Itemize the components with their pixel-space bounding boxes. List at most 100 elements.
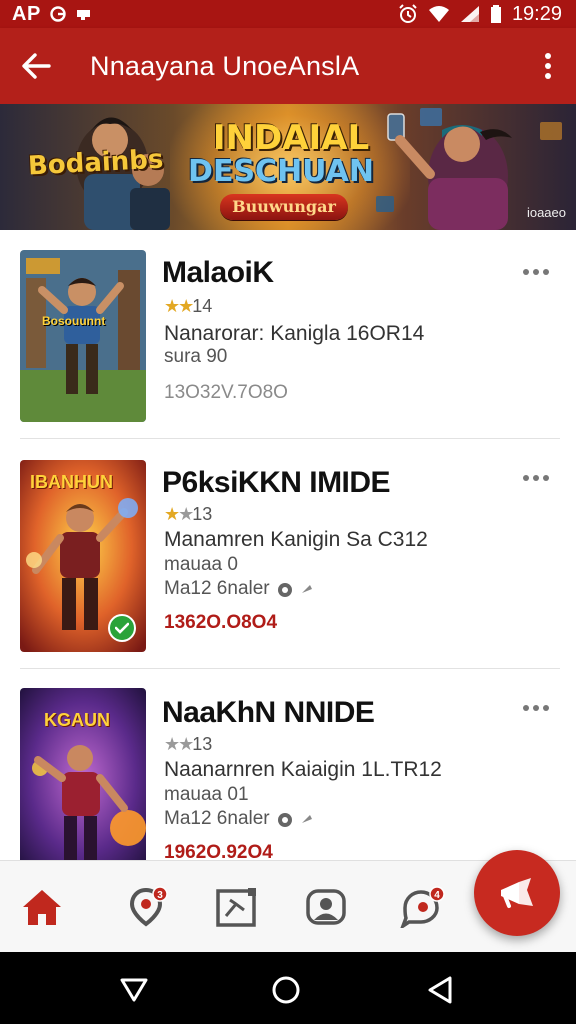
rating-value: 13 xyxy=(192,734,213,754)
more-vert-icon xyxy=(545,53,551,79)
game-thumbnail[interactable]: Bosouunnt xyxy=(20,250,146,422)
dot-icon xyxy=(543,269,549,275)
signal-icon xyxy=(460,6,479,22)
status-bar: AP 19:29 xyxy=(0,0,576,28)
game-rating: ★★14 xyxy=(164,296,212,317)
game-subtitle: Naanarnren Kaiaigin 1L.TR12 xyxy=(164,758,442,781)
thumbnail-caption: IBANHUN xyxy=(30,472,113,492)
nav-store[interactable] xyxy=(212,883,260,931)
game-detail: sura 90 xyxy=(164,346,228,367)
game-meta-text: Ma12 6naler xyxy=(164,578,270,599)
game-detail: mauaa 01 xyxy=(164,784,249,805)
game-rating: ★★13 xyxy=(164,504,212,525)
map-badge: 3 xyxy=(157,890,163,901)
game-meta: Ma12 6naler xyxy=(164,578,316,600)
megaphone-icon xyxy=(301,585,312,593)
banner-ribbon: Buuwungar xyxy=(220,194,348,220)
item-more-button[interactable] xyxy=(516,260,556,284)
game-title[interactable]: MalaoiK xyxy=(162,256,274,290)
status-carrier-text: AP xyxy=(12,2,41,25)
game-title[interactable]: P6ksiKKN IMIDE xyxy=(162,466,391,500)
battery-icon xyxy=(490,5,501,23)
system-recents-button[interactable] xyxy=(420,970,460,1010)
overflow-menu-button[interactable] xyxy=(520,28,576,104)
profile-icon xyxy=(306,889,346,925)
app-title: Nnaayana UnoeAnslA xyxy=(90,50,360,81)
dot-icon xyxy=(533,705,539,711)
rating-stars-icon: ★★ xyxy=(164,734,194,754)
rating-stars-icon: ★★ xyxy=(164,296,194,316)
thumbnail-caption: Bosouunnt xyxy=(42,314,106,328)
list-item[interactable]: KGAUN NaaKhN NNIDE ★★13 Naanarnren Kaiai… xyxy=(0,688,576,860)
game-list[interactable]: Bosouunnt MalaoiK ★★14 Nanarorar: Kanigl… xyxy=(0,230,576,860)
store-icon xyxy=(216,888,256,927)
list-item[interactable]: Bosouunnt MalaoiK ★★14 Nanarorar: Kanigl… xyxy=(0,230,576,460)
chat-badge: 4 xyxy=(434,890,440,901)
circle-home-icon xyxy=(272,976,300,1004)
dot-icon xyxy=(533,269,539,275)
game-subtitle: Manamren Kanigin Sa C312 xyxy=(164,528,428,551)
announce-fab-button[interactable] xyxy=(474,850,560,936)
dot-icon xyxy=(523,269,529,275)
megaphone-icon xyxy=(301,815,312,823)
game-thumbnail[interactable]: IBANHUN xyxy=(20,460,146,652)
chat-icon: 4 xyxy=(400,886,445,928)
list-item[interactable]: IBANHUN P6ksiKKN IMIDE ★★13 Manamren Kan… xyxy=(0,460,576,690)
item-more-button[interactable] xyxy=(516,696,556,720)
promo-banner[interactable]: Bodainbs INDAIAL DESCHUAN Buuwungar ioaa… xyxy=(0,104,576,230)
game-detail: mauaa 0 xyxy=(164,554,238,575)
status-time: 19:29 xyxy=(511,2,562,25)
thumbnail-caption: KGAUN xyxy=(44,710,110,730)
nav-profile[interactable] xyxy=(302,883,350,931)
status-right: 19:29 xyxy=(398,3,562,26)
game-subtitle: Nanarorar: Kanigla 16OR14 xyxy=(164,322,425,345)
nav-chat[interactable]: 4 xyxy=(398,883,446,931)
system-navigation-bar xyxy=(0,952,576,1024)
verified-badge xyxy=(108,614,136,642)
map-pin-icon: 3 xyxy=(129,886,168,927)
timer-icon xyxy=(277,583,292,597)
divider xyxy=(20,668,560,669)
divider xyxy=(20,438,560,439)
dot-icon xyxy=(543,475,549,481)
status-left: AP xyxy=(12,3,93,26)
message-icon xyxy=(76,10,90,20)
item-more-button[interactable] xyxy=(516,466,556,490)
game-price: 13O32V.7O8O xyxy=(164,382,288,403)
megaphone-icon xyxy=(501,878,533,908)
dot-icon xyxy=(533,475,539,481)
banner-title-line1: INDAIAL xyxy=(212,118,370,158)
game-art-image xyxy=(20,250,146,422)
nav-map[interactable]: 3 xyxy=(124,883,172,931)
alarm-icon xyxy=(399,4,417,23)
game-rating: ★★13 xyxy=(164,734,212,755)
triangle-left-icon xyxy=(428,976,452,1004)
wifi-icon xyxy=(428,6,449,22)
app-bar: Nnaayana UnoeAnslA xyxy=(0,28,576,104)
dot-icon xyxy=(523,475,529,481)
game-price: 1962O.92O4 xyxy=(164,842,273,860)
triangle-back-icon xyxy=(120,978,148,1002)
game-price: 1362O.O8O4 xyxy=(164,612,278,633)
system-back-button[interactable] xyxy=(114,970,154,1010)
notification-icon xyxy=(50,6,66,22)
game-meta: Ma12 6naler xyxy=(164,808,316,830)
system-home-button[interactable] xyxy=(266,970,306,1010)
back-button[interactable] xyxy=(0,28,72,104)
home-icon xyxy=(23,890,61,925)
check-icon xyxy=(115,622,129,634)
banner-corner-text: ioaaeo xyxy=(526,205,566,220)
game-meta-text: Ma12 6naler xyxy=(164,808,270,829)
nav-home[interactable] xyxy=(18,883,66,931)
game-thumbnail[interactable]: KGAUN xyxy=(20,688,146,860)
game-title[interactable]: NaaKhN NNIDE xyxy=(162,696,375,730)
rating-stars-icon: ★★ xyxy=(164,504,194,524)
back-arrow-icon xyxy=(22,53,51,79)
timer-icon xyxy=(277,813,292,827)
dot-icon xyxy=(543,705,549,711)
banner-title-line2: DESCHUAN xyxy=(188,154,374,189)
rating-value: 13 xyxy=(192,504,213,524)
dot-icon xyxy=(523,705,529,711)
rating-value: 14 xyxy=(192,296,213,316)
app-root: AP 19:29 Nnaayana UnoeAnslA Bodainbs IND… xyxy=(0,0,576,1024)
